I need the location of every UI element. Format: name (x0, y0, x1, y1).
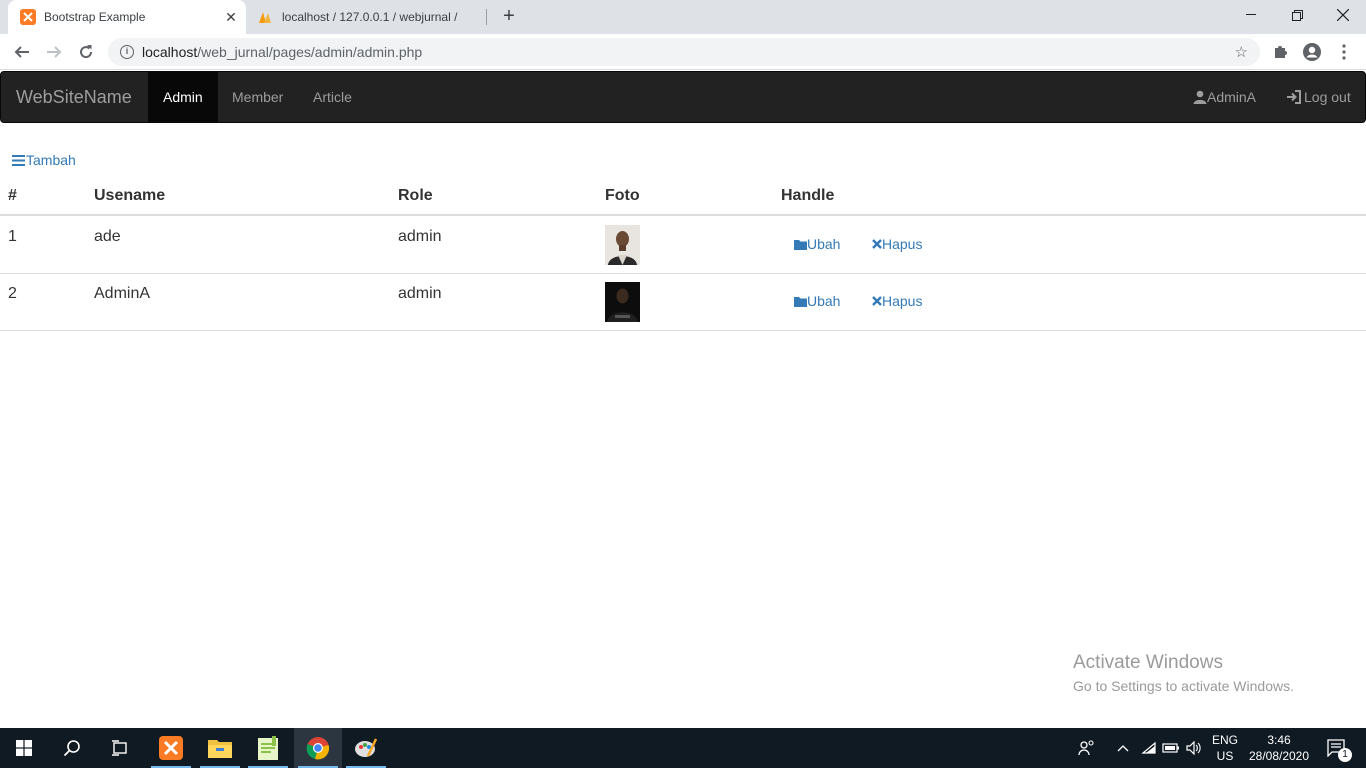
browser-toolbar: i localhost/web_jurnal/pages/admin/admin… (0, 34, 1366, 70)
row-number: 2 (8, 285, 17, 302)
close-window-icon[interactable] (1320, 0, 1366, 30)
forward-icon[interactable] (42, 40, 66, 64)
remove-icon (872, 239, 882, 249)
windows-taskbar: ENG US 3:46 28/08/2020 1 (0, 728, 1366, 768)
activate-windows-watermark: Activate Windows Go to Settings to activ… (1073, 652, 1294, 694)
row-role: admin (398, 228, 442, 245)
table-header: # Usename Role Foto Handle (0, 178, 1366, 216)
table-row: 2 AdminA admin Ubah Hapus (0, 274, 1366, 331)
xampp-app-icon[interactable] (147, 728, 195, 768)
folder-icon (794, 296, 807, 307)
logout-label: Log out (1304, 89, 1351, 105)
delete-label: Hapus (882, 236, 923, 252)
browser-tab-bar: Bootstrap Example ✕ localhost / 127.0.0.… (0, 0, 1366, 34)
xampp-favicon-icon (20, 9, 36, 25)
site-navbar: WebSiteName Admin Member Article AdminA … (0, 71, 1366, 123)
nav-user-link[interactable]: AdminA (1193, 72, 1256, 122)
brand-link[interactable]: WebSiteName (16, 87, 132, 108)
minimize-icon[interactable] (1228, 0, 1274, 30)
row-role: admin (398, 285, 442, 302)
tab-bootstrap-example[interactable]: Bootstrap Example ✕ (8, 0, 246, 34)
watermark-subtitle: Go to Settings to activate Windows. (1073, 678, 1294, 694)
list-icon (12, 154, 25, 166)
keyboard-region: US (1216, 749, 1234, 763)
user-icon (1193, 90, 1207, 104)
language-indicator[interactable]: ENG US (1206, 728, 1244, 768)
logout-link[interactable]: Log out (1286, 72, 1351, 122)
clock[interactable]: 3:46 28/08/2020 (1244, 728, 1314, 768)
task-view-icon[interactable] (96, 728, 144, 768)
watermark-title: Activate Windows (1073, 652, 1223, 673)
new-tab-icon[interactable]: + (498, 5, 520, 27)
clock-date: 28/08/2020 (1248, 749, 1310, 763)
address-bar[interactable]: i localhost/web_jurnal/pages/admin/admin… (108, 38, 1260, 66)
bookmark-star-icon[interactable]: ☆ (1235, 43, 1248, 61)
add-user-label: Tambah (26, 152, 76, 168)
phpmyadmin-favicon-icon (258, 9, 274, 25)
edit-user-button[interactable]: Ubah (794, 293, 840, 309)
row-number: 1 (8, 228, 17, 245)
profile-avatar-icon[interactable] (1302, 42, 1322, 62)
paint-app-icon[interactable] (342, 728, 390, 768)
reload-icon[interactable] (74, 40, 98, 64)
log-out-icon (1287, 90, 1301, 104)
tab-close-icon[interactable]: ✕ (220, 9, 242, 26)
row-username: ade (94, 228, 121, 245)
edit-label: Ubah (807, 236, 841, 252)
edit-user-button[interactable]: Ubah (794, 236, 840, 252)
show-hidden-icons-chevron-icon[interactable] (1112, 728, 1134, 768)
nav-item-admin[interactable]: Admin (148, 72, 218, 122)
tab-separator (486, 9, 487, 25)
remove-icon (872, 296, 882, 306)
chrome-app-icon[interactable] (294, 728, 342, 768)
tab-phpmyadmin[interactable]: localhost / 127.0.0.1 / webjurnal / (248, 0, 486, 34)
extensions-puzzle-icon[interactable] (1270, 42, 1290, 62)
battery-icon[interactable] (1160, 728, 1182, 768)
tab-title: Bootstrap Example (44, 10, 146, 24)
back-icon[interactable] (10, 40, 34, 64)
column-header-username: Usename (94, 187, 166, 204)
url-path: /web_jurnal/pages/admin/admin.php (197, 44, 423, 60)
delete-user-button[interactable]: Hapus (872, 293, 922, 309)
network-wifi-icon[interactable] (1138, 728, 1160, 768)
user-photo (605, 282, 640, 322)
delete-user-button[interactable]: Hapus (872, 236, 922, 252)
column-header-handle: Handle (781, 187, 835, 204)
edit-label: Ubah (807, 293, 841, 309)
user-photo (605, 225, 640, 265)
column-header-foto: Foto (605, 187, 640, 204)
language-code: ENG (1211, 733, 1238, 747)
clock-time: 3:46 (1267, 733, 1291, 747)
windows-start-icon[interactable] (0, 728, 48, 768)
column-header-role: Role (398, 187, 433, 204)
browser-menu-icon[interactable] (1334, 42, 1354, 62)
add-user-link[interactable]: Tambah (12, 152, 76, 168)
delete-label: Hapus (882, 293, 923, 309)
file-explorer-icon[interactable] (196, 728, 244, 768)
url-host: localhost (142, 44, 198, 60)
column-header-number: # (8, 187, 17, 204)
tab-title: localhost / 127.0.0.1 / webjurnal / (282, 10, 458, 24)
search-icon[interactable] (48, 728, 96, 768)
table-row: 1 ade admin Ubah Hapus (0, 217, 1366, 274)
notification-count: 1 (1338, 748, 1352, 762)
notepad-plus-plus-icon[interactable] (244, 728, 292, 768)
folder-icon (794, 239, 807, 250)
volume-icon[interactable] (1183, 728, 1205, 768)
site-info-icon[interactable]: i (120, 45, 134, 59)
row-username: AdminA (94, 285, 151, 302)
nav-item-article[interactable]: Article (298, 72, 367, 122)
nav-item-member[interactable]: Member (217, 72, 298, 122)
nav-username: AdminA (1207, 89, 1257, 105)
restore-icon[interactable] (1274, 0, 1320, 30)
people-icon[interactable] (1076, 728, 1098, 768)
action-center-icon[interactable]: 1 (1320, 728, 1354, 768)
